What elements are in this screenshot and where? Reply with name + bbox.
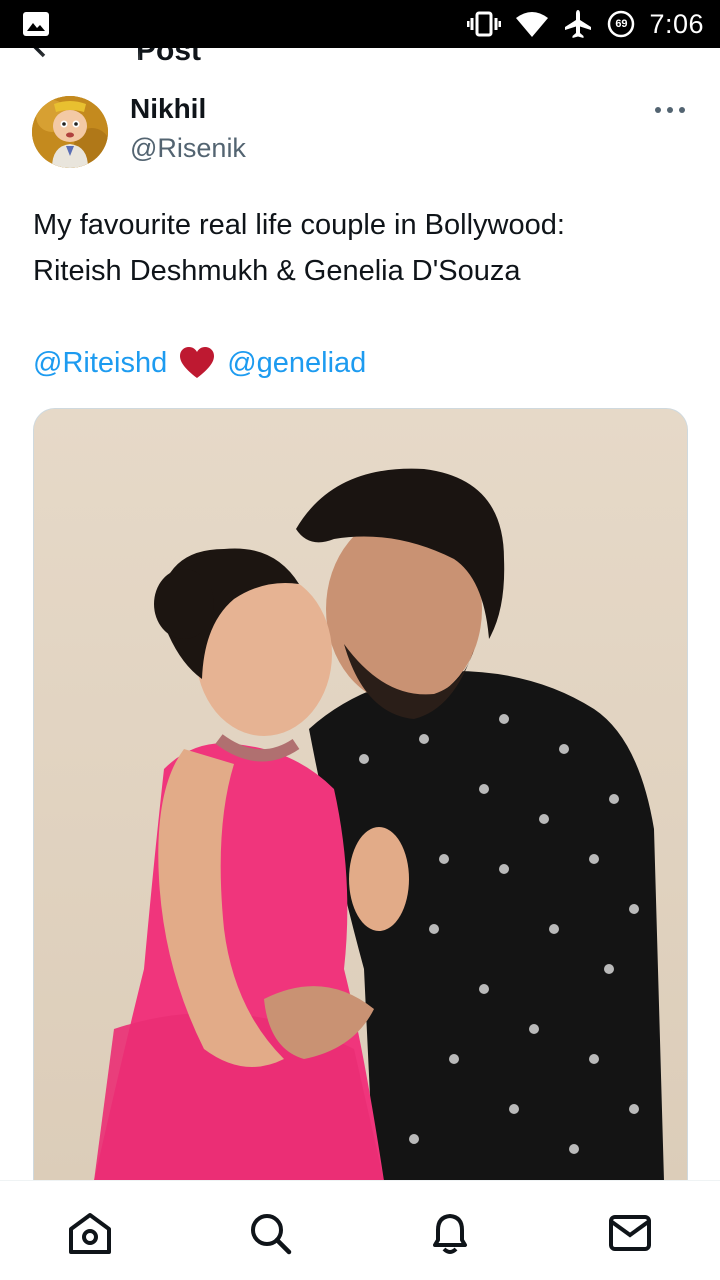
status-bar: 69 7:06 — [0, 0, 720, 48]
home-icon — [69, 1213, 111, 1254]
nav-messages[interactable] — [606, 1209, 654, 1257]
mentions-row: @Riteishd @geneliad — [33, 340, 366, 386]
airplane-icon — [565, 10, 592, 38]
nav-home[interactable] — [66, 1209, 114, 1257]
battery-level: 69 — [615, 18, 628, 30]
bottom-nav — [0, 1180, 720, 1280]
post-text: My favourite real life couple in Bollywo… — [33, 202, 693, 294]
wifi-icon — [516, 12, 549, 37]
clock: 7:06 — [649, 8, 704, 39]
author-name[interactable]: Nikhil — [130, 93, 206, 125]
avatar[interactable] — [32, 96, 108, 168]
post-photo[interactable] — [33, 408, 688, 1180]
messages-icon — [609, 1215, 651, 1251]
mention-link[interactable]: @geneliad — [227, 347, 366, 380]
nav-notifications[interactable] — [426, 1209, 474, 1257]
post-header: Post — [0, 48, 720, 98]
battery-icon: 69 — [607, 10, 635, 38]
image-icon — [23, 12, 49, 36]
red-heart-icon — [180, 347, 215, 378]
more-dots-icon[interactable] — [652, 100, 688, 120]
notifications-icon — [433, 1214, 467, 1254]
author-handle[interactable]: @Risenik — [130, 133, 246, 164]
nav-search[interactable] — [246, 1209, 294, 1257]
mention-link[interactable]: @Riteishd — [33, 347, 167, 380]
post-text-line: Riteish Deshmukh & Genelia D'Souza — [33, 255, 521, 287]
vibrate-icon — [467, 11, 502, 37]
page-title: Post — [136, 48, 202, 67]
header-fade — [0, 48, 140, 98]
post-text-line: My favourite real life couple in Bollywo… — [33, 209, 565, 241]
search-icon — [251, 1214, 292, 1255]
